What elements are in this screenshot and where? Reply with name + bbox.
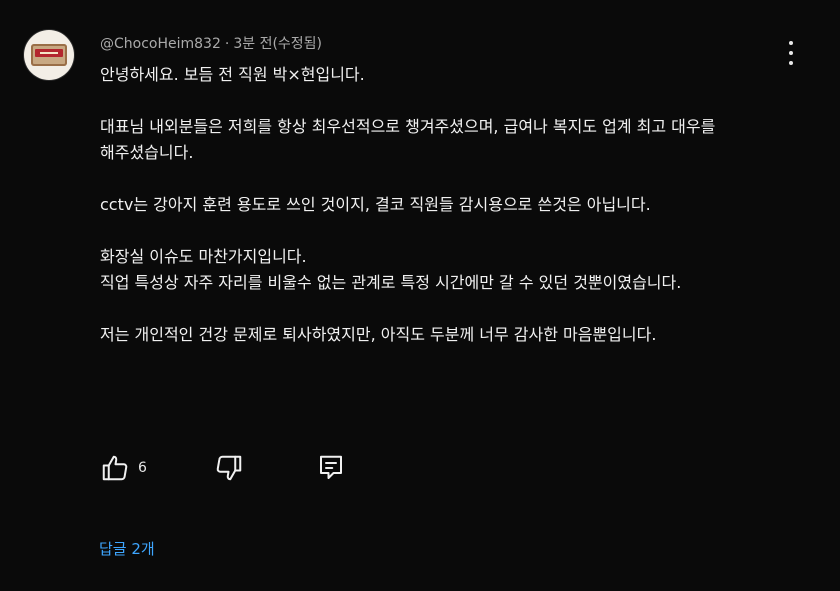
more-vert-icon — [789, 41, 793, 45]
comment-paragraph: 저는 개인적인 건강 문제로 퇴사하였지만, 아직도 두분께 너무 감사한 마음… — [100, 325, 657, 344]
like-count: 6 — [138, 460, 147, 476]
thumbs-down-icon — [216, 455, 242, 481]
comment-paragraph: 화장실 이슈도 마찬가지입니다. 직업 특성상 자주 자리를 비울수 없는 관계… — [100, 247, 682, 292]
thumbs-up-icon — [102, 455, 128, 481]
more-options-button[interactable] — [780, 38, 802, 70]
more-vert-icon-dot — [789, 61, 793, 65]
comment-paragraph: 안녕하세요. 보듬 전 직원 박×현입니다. — [100, 65, 365, 84]
reply-button[interactable] — [316, 452, 346, 484]
more-vert-icon-dot — [789, 51, 793, 55]
avatar[interactable] — [24, 30, 74, 80]
author-name[interactable]: @ChocoHeim832 — [100, 36, 221, 52]
comment-body: 안녕하세요. 보듬 전 직원 박×현입니다. 대표님 내외분들은 저희를 항상 … — [100, 62, 780, 374]
comment-timestamp[interactable]: 3분 전(수정됨) — [233, 36, 322, 52]
view-replies-button[interactable]: 답글 2개 — [99, 538, 155, 559]
comment-paragraph: 대표님 내외분들은 저희를 항상 최우선적으로 챙겨주셨으며, 급여나 복지도 … — [100, 117, 716, 162]
comment-thread: @ChocoHeim832 · 3분 전(수정됨) 안녕하세요. 보듬 전 직원 박… — [0, 0, 840, 591]
avatar-band-graphic — [35, 49, 63, 57]
dislike-button[interactable] — [214, 452, 244, 484]
like-button[interactable]: 6 — [100, 452, 147, 484]
reply-comment-icon — [320, 455, 342, 479]
header-separator: · — [224, 36, 230, 52]
comment-paragraph: cctv는 강아지 훈련 용도로 쓰인 것이지, 결코 직원들 감시용으로 쓴것… — [100, 195, 651, 214]
comment-header: @ChocoHeim832 · 3분 전(수정됨) — [100, 33, 322, 53]
